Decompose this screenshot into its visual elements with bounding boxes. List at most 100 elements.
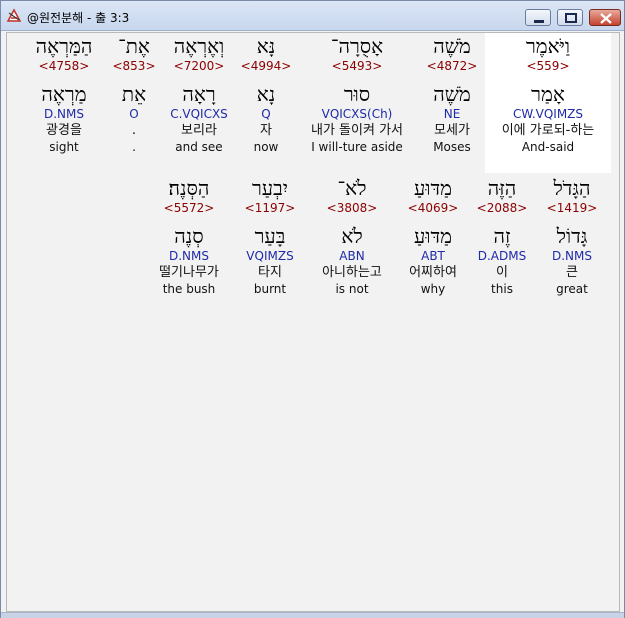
lemma: סוּר — [343, 82, 371, 106]
strong-number: <4069> — [407, 201, 459, 215]
hebrew-word: מַדּוּעַ — [414, 176, 452, 200]
hebrew-word: אָסֻרָה־ — [330, 34, 384, 58]
app-window: @원전분해 - 출 3:3 וַיֹּאמֶר <559> אָמַר CW.V… — [0, 0, 625, 618]
word-block[interactable]: וְאֶרְאֶה <7200> רָאָה C.VQICXS 보리라 and … — [161, 33, 237, 155]
parsing-code: D.ADMS — [477, 249, 527, 263]
parsing-code: ABT — [421, 249, 445, 263]
korean-gloss: 내가 돌이켜 가서 — [311, 123, 403, 138]
minimize-button[interactable] — [525, 9, 551, 26]
parsing-code: VQICXS(Ch) — [321, 107, 393, 121]
english-gloss: burnt — [253, 282, 287, 296]
maximize-icon — [565, 13, 577, 23]
hebrew-word: הַסְּנֶה׃ — [168, 176, 210, 200]
parsing-code: C.VQICXS — [170, 107, 228, 121]
english-gloss: the bush — [162, 282, 216, 296]
hebrew-word: וְאֶרְאֶה — [173, 34, 225, 58]
lemma: מַרְאֶה — [41, 82, 87, 106]
parsing-code: O — [129, 107, 139, 121]
app-logo-icon — [6, 8, 22, 24]
word-block[interactable]: אָסֻרָה־ <5493> סוּר VQICXS(Ch) 내가 돌이켜 가… — [295, 33, 419, 155]
title-bar[interactable]: @원전분해 - 출 3:3 — [1, 1, 624, 31]
window-bottom-border — [1, 612, 624, 618]
strong-number: <7200> — [173, 59, 225, 73]
strong-number: <559> — [526, 59, 570, 73]
strong-number: <4994> — [240, 59, 292, 73]
interlinear-panel: וַיֹּאמֶר <559> אָמַר CW.VQIMZS 이에 가로되-하… — [6, 32, 620, 612]
parsing-code: VQIMZS — [246, 249, 294, 263]
word-block[interactable]: יִבְעַר <1197> בָּעַר VQIMZS 타지 burnt — [235, 175, 305, 297]
lemma: לֹא — [341, 224, 363, 248]
word-block[interactable]: מַדּוּעַ <4069> מַדּוּעַ ABT 어찌하여 why — [399, 175, 467, 297]
hebrew-word: לֹא־ — [337, 176, 367, 200]
word-block[interactable]: הַסְּנֶה׃ <5572> סְנֶה D.NMS 떨기나무가 the b… — [147, 175, 231, 297]
english-gloss: why — [420, 282, 446, 296]
korean-gloss: 타지 — [258, 265, 282, 280]
parsing-code: D.NMS — [551, 249, 592, 263]
parsing-code: NE — [443, 107, 461, 121]
strong-number: <4758> — [38, 59, 90, 73]
korean-gloss: 이에 가로되-하는 — [501, 123, 595, 138]
lemma: אָמַר — [531, 82, 565, 106]
word-block[interactable]: הַזֶּה <2088> זֶה D.ADMS 이 this — [469, 175, 535, 297]
close-button[interactable] — [589, 9, 621, 26]
hebrew-word: נָּא — [256, 34, 276, 58]
word-block[interactable]: נָּא <4994> נָא Q 자 now — [239, 33, 293, 155]
english-gloss: . — [132, 140, 136, 154]
hebrew-word: וַיֹּאמֶר — [525, 34, 571, 58]
parsing-code: Q — [261, 107, 271, 121]
korean-gloss: 이 — [496, 265, 508, 280]
word-block[interactable]: הַמַּרְאֶה <4758> מַרְאֶה D.NMS 광경을 sigh… — [21, 33, 107, 155]
lemma: אֵת — [121, 82, 147, 106]
english-gloss: is not — [335, 282, 369, 296]
korean-gloss: 아니하는고 — [322, 265, 382, 280]
english-gloss: this — [491, 282, 513, 296]
hebrew-word: הַמַּרְאֶה — [35, 34, 93, 58]
english-gloss: sight — [49, 140, 79, 154]
strong-number: <2088> — [476, 201, 528, 215]
strong-number: <5493> — [331, 59, 383, 73]
word-block[interactable]: הַגָּדֹל <1419> גָּדוֹל D.NMS 큰 great — [537, 175, 607, 297]
english-gloss: Moses — [433, 140, 471, 154]
hebrew-word: הַזֶּה — [487, 176, 517, 200]
lemma: זֶה — [493, 224, 511, 248]
lemma: מֹשֶׁה — [433, 82, 471, 106]
close-icon — [600, 13, 612, 24]
parsing-code: CW.VQIMZS — [512, 107, 584, 121]
english-gloss: And-said — [521, 140, 575, 154]
strong-number: <1197> — [244, 201, 296, 215]
parsing-code: ABN — [339, 249, 365, 263]
hebrew-word: מֹשֶׁה — [433, 34, 471, 58]
hebrew-word: יִבְעַר — [251, 176, 289, 200]
word-block[interactable]: לֹא־ <3808> לֹא ABN 아니하는고 is not — [309, 175, 395, 297]
english-gloss: great — [556, 282, 588, 296]
strong-number: <853> — [112, 59, 156, 73]
lemma: סְנֶה — [174, 224, 204, 248]
word-block[interactable]: וַיֹּאמֶר <559> אָמַר CW.VQIMZS 이에 가로되-하… — [485, 33, 611, 173]
english-gloss: and see — [175, 140, 223, 154]
korean-gloss: 자 — [260, 123, 272, 138]
korean-gloss: 떨기나무가 — [159, 265, 219, 280]
strong-number: <4872> — [426, 59, 478, 73]
lemma: נָא — [256, 82, 276, 106]
strong-number: <1419> — [546, 201, 598, 215]
lemma: גָּדוֹל — [556, 224, 588, 248]
strong-number: <5572> — [163, 201, 215, 215]
korean-gloss: . — [131, 123, 137, 138]
korean-gloss: 보리라 — [181, 123, 217, 138]
english-gloss: I will-ture aside — [311, 140, 403, 154]
word-block[interactable]: מֹשֶׁה <4872> מֹשֶׁה NE 모세가 Moses — [417, 33, 487, 155]
korean-gloss: 모세가 — [434, 123, 470, 138]
korean-gloss: 큰 — [566, 265, 578, 280]
korean-gloss: 광경을 — [46, 123, 82, 138]
english-gloss: now — [253, 140, 279, 154]
parsing-code: D.NMS — [43, 107, 84, 121]
hebrew-word: הַגָּדֹל — [553, 176, 591, 200]
word-block[interactable]: אֶת־ <853> אֵת O . . — [109, 33, 159, 155]
parsing-code: D.NMS — [168, 249, 209, 263]
maximize-button[interactable] — [557, 9, 583, 26]
lemma: בָּעַר — [254, 224, 286, 248]
hebrew-word: אֶת־ — [118, 34, 150, 58]
lemma: רָאָה — [182, 82, 216, 106]
lemma: מַדּוּעַ — [414, 224, 452, 248]
strong-number: <3808> — [326, 201, 378, 215]
